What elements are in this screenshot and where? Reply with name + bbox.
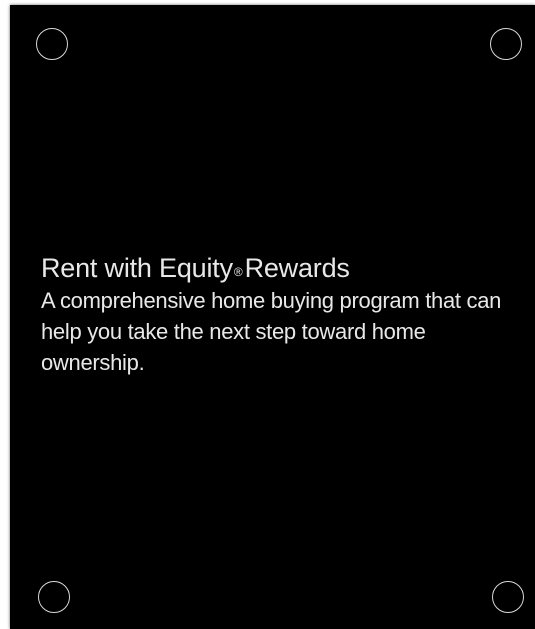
sign-description: A comprehensive home buying program that… — [41, 288, 502, 375]
sign-text-block: Rent with Equity®Rewards A comprehensive… — [41, 251, 531, 378]
mounting-hole-top-left — [36, 28, 68, 60]
mounting-hole-bottom-right — [492, 581, 524, 613]
registered-mark: ® — [233, 265, 243, 279]
mounting-hole-bottom-left — [38, 581, 70, 613]
title-rest: Rewards — [244, 253, 350, 283]
mounting-hole-top-right — [490, 28, 522, 60]
title-main: Rent with Equity — [41, 253, 233, 283]
sign-title: Rent with Equity®Rewards — [41, 251, 531, 285]
sign-panel: Rent with Equity®Rewards A comprehensive… — [10, 5, 535, 629]
